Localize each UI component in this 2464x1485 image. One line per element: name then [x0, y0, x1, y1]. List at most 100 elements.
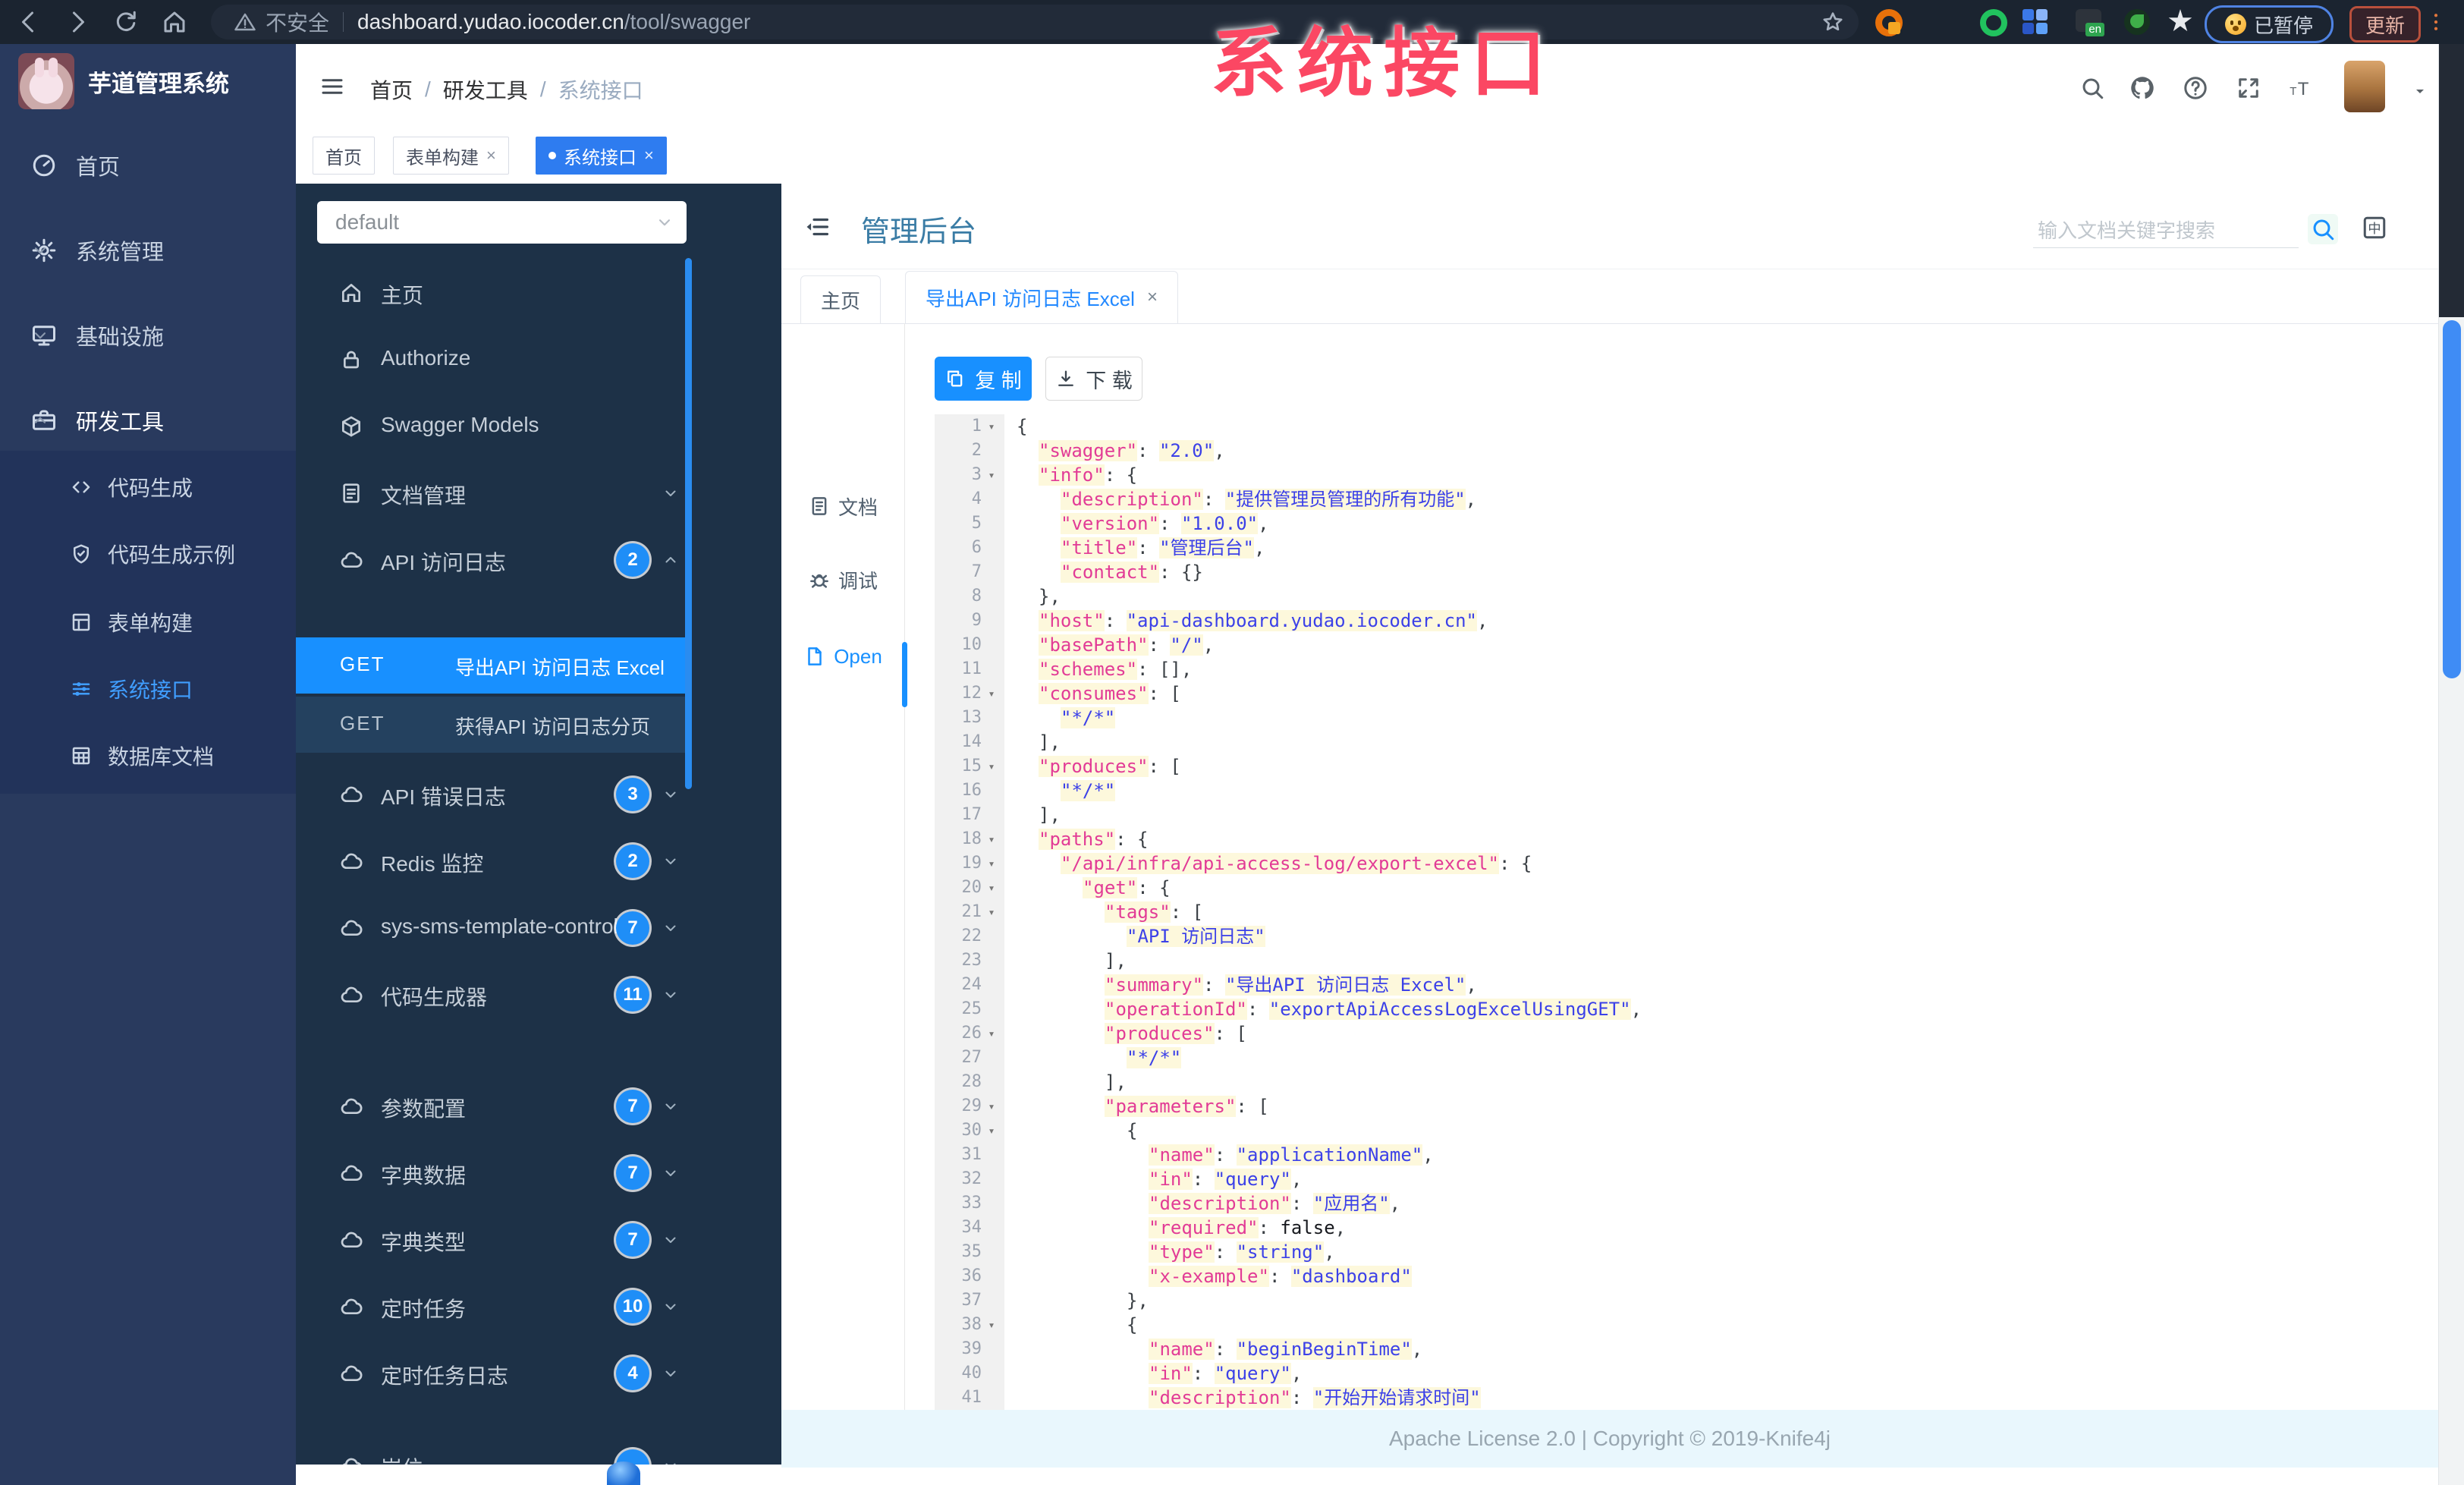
tag-0[interactable]: 首页 — [313, 137, 375, 175]
doc-tab-0[interactable]: 主页 — [800, 275, 882, 323]
language-toggle-icon[interactable]: 中 — [2361, 214, 2388, 241]
code-gutter[interactable]: 26 ▾ — [935, 1021, 1004, 1046]
swagger-item-2[interactable]: Swagger Models — [296, 393, 687, 460]
extension-icon[interactable] — [1927, 9, 1954, 36]
swagger-item-4[interactable]: API 访问日志 2 — [296, 527, 687, 593]
group-select[interactable]: default — [317, 201, 687, 244]
code-gutter[interactable]: 29 ▾ — [935, 1094, 1004, 1118]
code-gutter[interactable]: 1 ▾ — [935, 414, 1004, 439]
code-gutter[interactable]: 33 — [935, 1191, 1004, 1216]
swagger-item-more-0[interactable]: API 错误日志 3 — [296, 761, 687, 828]
extension-icon[interactable] — [1875, 9, 1903, 36]
code-gutter[interactable]: 18 ▾ — [935, 827, 1004, 851]
code-gutter[interactable]: 20 ▾ — [935, 876, 1004, 900]
swagger-item-0[interactable]: 主页 — [296, 260, 687, 326]
sidebar-subitem-0[interactable]: 代码生成 — [0, 454, 296, 521]
breadcrumb-item[interactable]: 研发工具 — [443, 74, 528, 105]
home-icon[interactable] — [161, 8, 188, 36]
header-search-icon[interactable] — [2079, 74, 2106, 102]
code-gutter[interactable]: 11 — [935, 657, 1004, 681]
copy-button[interactable]: 复 制 — [935, 357, 1032, 401]
code-gutter[interactable]: 3 ▾ — [935, 463, 1004, 487]
fold-icon[interactable]: ▾ — [982, 463, 1001, 487]
swagger-item-3[interactable]: 文档管理 — [296, 460, 687, 527]
doc-tab-1[interactable]: 导出API 访问日志 Excel × — [905, 271, 1178, 323]
help-icon[interactable] — [2182, 74, 2209, 102]
sidebar-item-0[interactable]: 首页 — [0, 127, 296, 203]
code-gutter[interactable]: 41 — [935, 1386, 1004, 1410]
sidebar-item-1[interactable]: 系统管理 — [0, 212, 296, 288]
code-gutter[interactable]: 17 — [935, 803, 1004, 827]
sidebar-item-2[interactable]: 基础设施 — [0, 297, 296, 373]
code-gutter[interactable]: 25 — [935, 997, 1004, 1021]
back-icon[interactable] — [15, 8, 42, 36]
doc-tab-close-icon[interactable]: × — [1147, 287, 1158, 308]
rail-item-调试[interactable]: 调试 — [781, 549, 904, 610]
code-gutter[interactable]: 22 — [935, 924, 1004, 949]
code-gutter[interactable]: 35 — [935, 1240, 1004, 1264]
bookmark-star-icon[interactable] — [1821, 10, 1845, 34]
code-gutter[interactable]: 21 ▾ — [935, 900, 1004, 924]
code-gutter[interactable]: 27 — [935, 1046, 1004, 1070]
code-gutter[interactable]: 40 — [935, 1361, 1004, 1386]
code-gutter[interactable]: 16 — [935, 779, 1004, 803]
fold-icon[interactable]: ▾ — [982, 414, 1001, 439]
fold-icon[interactable]: ▾ — [982, 900, 1001, 924]
swagger-item-more-1[interactable]: Redis 监控 2 — [296, 828, 687, 895]
code-gutter[interactable]: 8 — [935, 584, 1004, 609]
forward-icon[interactable] — [64, 8, 91, 36]
swagger-item-more-8[interactable]: 定时任务日志 4 — [296, 1340, 687, 1407]
code-gutter[interactable]: 15 ▾ — [935, 754, 1004, 779]
extension-icon[interactable] — [1980, 9, 2007, 36]
swagger-item-more-9[interactable]: 岗位 — [296, 1433, 687, 1465]
swagger-item-more-3[interactable]: 代码生成器 11 — [296, 961, 687, 1028]
tag-close-icon[interactable]: × — [644, 146, 654, 165]
fold-icon[interactable]: ▾ — [982, 681, 1001, 706]
code-gutter[interactable]: 4 — [935, 487, 1004, 511]
fold-icon[interactable]: ▾ — [982, 754, 1001, 779]
code-gutter[interactable]: 34 — [935, 1216, 1004, 1240]
doc-search-input[interactable]: 输入文档关键字搜索 — [2033, 206, 2299, 248]
sidebar-subitem-2[interactable]: 表单构建 — [0, 589, 296, 656]
swagger-item-more-2[interactable]: sys-sms-template-controller 7 — [296, 895, 687, 961]
code-gutter[interactable]: 23 — [935, 949, 1004, 973]
swagger-item-more-6[interactable]: 字典类型 7 — [296, 1207, 687, 1273]
code-gutter[interactable]: 6 — [935, 536, 1004, 560]
code-gutter[interactable]: 14 — [935, 730, 1004, 754]
fold-icon[interactable]: ▾ — [982, 1313, 1001, 1337]
code-gutter[interactable]: 30 ▾ — [935, 1118, 1004, 1143]
doc-search-icon[interactable] — [2308, 214, 2338, 244]
code-gutter[interactable]: 10 — [935, 633, 1004, 657]
reload-icon[interactable] — [112, 8, 140, 36]
fold-icon[interactable]: ▾ — [982, 876, 1001, 900]
tag-1[interactable]: 表单构建 × — [393, 137, 509, 175]
extension-icon[interactable] — [2022, 9, 2048, 35]
code-gutter[interactable]: 7 — [935, 560, 1004, 584]
code-gutter[interactable]: 12 ▾ — [935, 681, 1004, 706]
page-scrollbar[interactable] — [2438, 44, 2464, 1485]
swagger-operation-1[interactable]: GET 获得API 访问日志分页 — [296, 697, 687, 753]
fold-icon[interactable]: ▾ — [982, 1021, 1001, 1046]
browser-update-button[interactable]: 更新 — [2349, 6, 2421, 42]
code-gutter[interactable]: 13 — [935, 706, 1004, 730]
code-gutter[interactable]: 31 — [935, 1143, 1004, 1167]
github-icon[interactable] — [2129, 74, 2156, 102]
code-gutter[interactable]: 24 — [935, 973, 1004, 997]
sidebar-subitem-3[interactable]: 系统接口 — [0, 656, 296, 722]
rail-item-open[interactable]: Open — [781, 626, 904, 687]
tag-2[interactable]: 系统接口 × — [536, 137, 667, 175]
code-gutter[interactable]: 9 — [935, 609, 1004, 633]
fold-icon[interactable]: ▾ — [982, 1094, 1001, 1118]
avatar-caret-icon[interactable] — [2411, 82, 2429, 100]
download-button[interactable]: 下 载 — [1045, 357, 1142, 401]
code-editor[interactable]: 1 ▾{2 "swagger": "2.0", 3 ▾ "info": {4 "descri… — [935, 414, 2434, 1410]
swagger-item-more-7[interactable]: 定时任务 10 — [296, 1273, 687, 1340]
sidebar-item-3[interactable]: 研发工具 — [0, 382, 296, 458]
sidebar-subitem-4[interactable]: 数据库文档 — [0, 722, 296, 789]
code-gutter[interactable]: 5 — [935, 511, 1004, 536]
url-bar[interactable]: 不安全 dashboard.yudao.iocoder.cn/tool/swag… — [211, 5, 1859, 39]
code-gutter[interactable]: 19 ▾ — [935, 851, 1004, 876]
app-logo-row[interactable]: 芋道管理系统 — [18, 53, 229, 109]
fold-icon[interactable]: ▾ — [982, 827, 1001, 851]
code-gutter[interactable]: 28 — [935, 1070, 1004, 1094]
